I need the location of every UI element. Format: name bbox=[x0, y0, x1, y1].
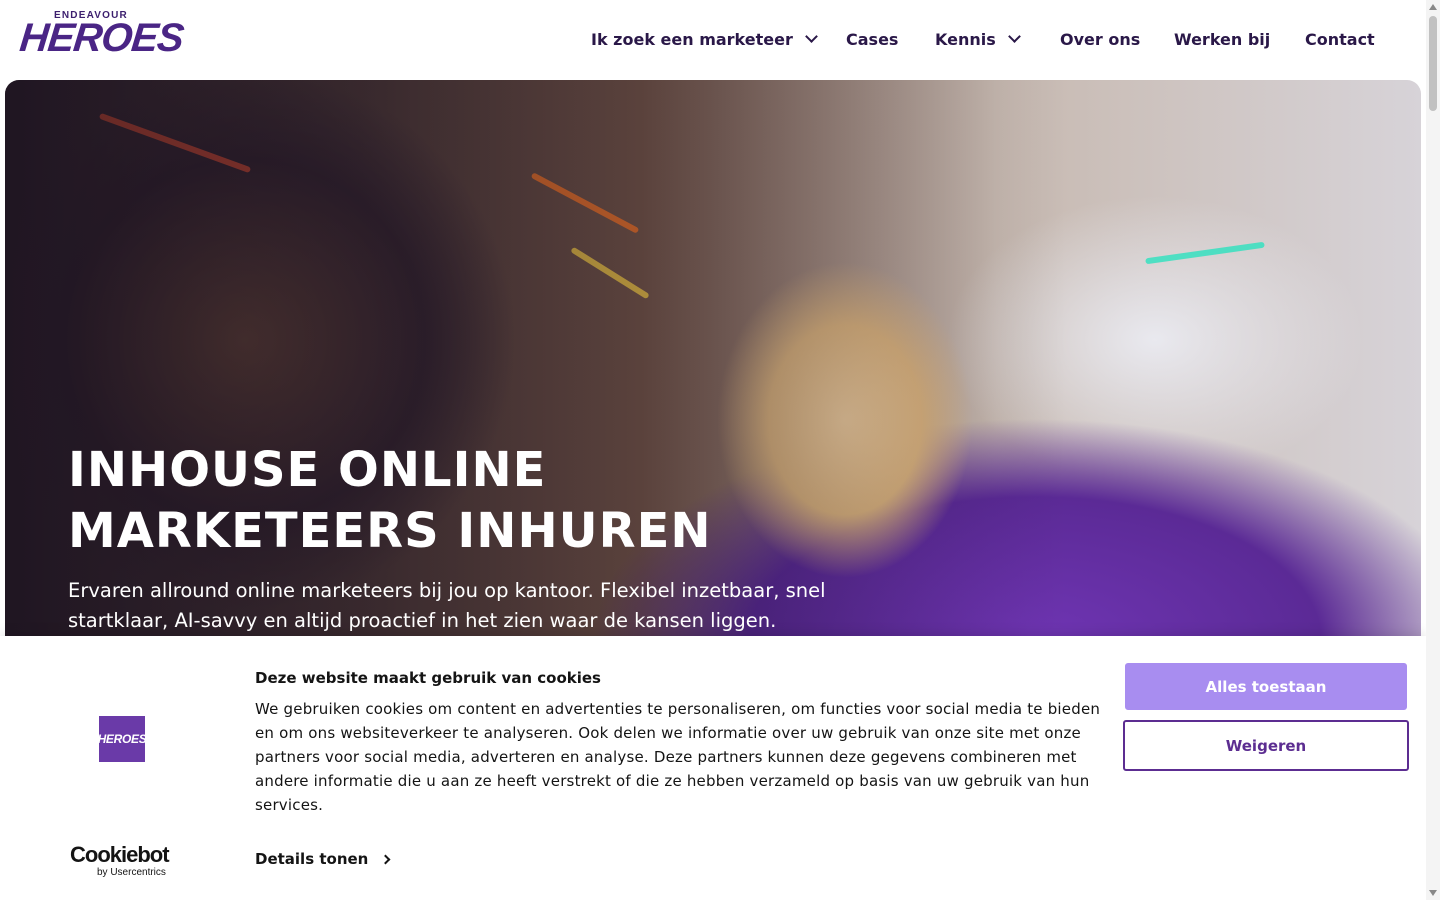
chevron-down-icon bbox=[804, 30, 818, 43]
scroll-up-arrow-icon[interactable] bbox=[1429, 4, 1437, 10]
nav-label: Werken bij bbox=[1174, 29, 1271, 49]
nav-label: Contact bbox=[1305, 29, 1375, 49]
page-scrollbar[interactable] bbox=[1426, 0, 1440, 900]
logo-big-text: HEROES bbox=[17, 16, 186, 60]
site-header: ENDEAVOUR HEROES Ik zoek een marketeer C… bbox=[0, 0, 1426, 80]
details-label: Details tonen bbox=[255, 850, 369, 868]
nav-item-ik-zoek-een-marketeer[interactable]: Ik zoek een marketeer bbox=[591, 26, 818, 52]
scroll-down-arrow-icon[interactable] bbox=[1429, 890, 1437, 896]
nav-label: Cases bbox=[846, 29, 899, 49]
chevron-right-icon bbox=[380, 854, 391, 864]
cookiebot-logo[interactable]: Cookiebot by Usercentrics bbox=[70, 842, 170, 879]
hero-title-line1: INHOUSE ONLINE bbox=[68, 442, 547, 498]
cookie-banner: HEROES Deze website maakt gebruik van co… bbox=[0, 636, 1426, 900]
nav-item-werken-bij[interactable]: Werken bij bbox=[1174, 26, 1270, 52]
details-toggle[interactable]: Details tonen bbox=[255, 850, 391, 868]
endeavour-heroes-logo[interactable]: ENDEAVOUR HEROES bbox=[18, 10, 186, 64]
nav-item-contact[interactable]: Contact bbox=[1305, 26, 1375, 52]
nav-label: Kennis bbox=[935, 29, 996, 49]
hero-title-line2: MARKETEERS INHUREN bbox=[68, 503, 712, 559]
hero-subtitle: Ervaren allround online marketeers bij j… bbox=[68, 579, 826, 632]
allow-all-button[interactable]: Alles toestaan bbox=[1125, 663, 1407, 710]
nav-item-kennis[interactable]: Kennis bbox=[935, 26, 1021, 52]
cookiebot-name: Cookiebot bbox=[70, 842, 170, 867]
nav-label: Over ons bbox=[1060, 29, 1141, 49]
scrollbar-thumb[interactable] bbox=[1429, 16, 1437, 111]
chevron-down-icon bbox=[1007, 30, 1021, 43]
cookie-banner-title: Deze website maakt gebruik van cookies bbox=[255, 669, 601, 687]
cookie-banner-body: We gebruiken cookies om content en adver… bbox=[255, 700, 1101, 814]
cookie-banner-logo: HEROES bbox=[98, 716, 147, 762]
hero-title: INHOUSE ONLINE MARKETEERS INHUREN bbox=[68, 440, 888, 562]
nav-item-cases[interactable]: Cases bbox=[846, 26, 898, 52]
deny-button[interactable]: Weigeren bbox=[1123, 720, 1409, 771]
hero-banner: INHOUSE ONLINE MARKETEERS INHUREN Ervare… bbox=[5, 80, 1421, 640]
nav-label: Ik zoek een marketeer bbox=[591, 29, 793, 49]
nav-item-over-ons[interactable]: Over ons bbox=[1060, 26, 1140, 52]
cookiebot-sub: by Usercentrics bbox=[97, 867, 166, 878]
